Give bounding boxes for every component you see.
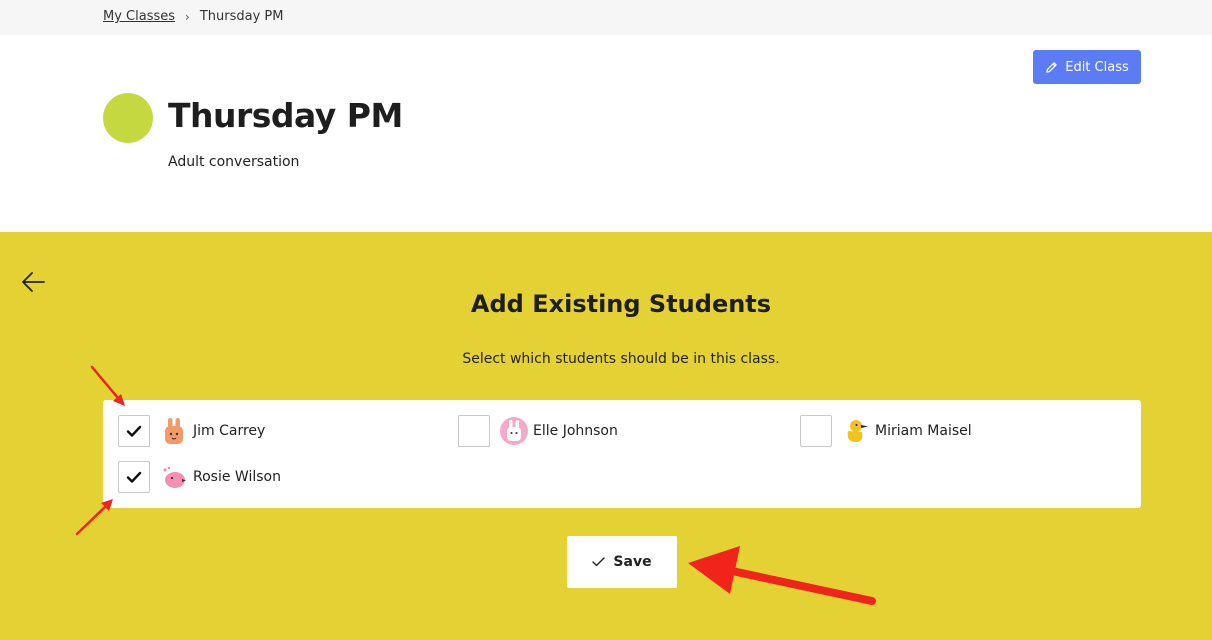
student-checkbox[interactable] <box>118 415 150 447</box>
orange-bunny-icon <box>160 417 188 445</box>
student-name: Miriam Maisel <box>875 423 972 439</box>
pink-bird-icon <box>160 463 188 491</box>
checkmark-icon <box>592 557 606 567</box>
checkmark-icon <box>126 425 142 437</box>
student-name: Jim Carrey <box>193 423 266 439</box>
checkmark-icon <box>126 471 142 483</box>
save-label: Save <box>613 554 652 570</box>
panel-subtitle: Select which students should be in this … <box>462 351 780 367</box>
student-checkbox[interactable] <box>458 415 490 447</box>
edit-class-button[interactable]: Edit Class <box>1033 50 1141 84</box>
student-checkbox[interactable] <box>800 415 832 447</box>
chevron-right-icon: › <box>185 9 190 24</box>
page-title: Thursday PM <box>168 96 403 135</box>
edit-class-label: Edit Class <box>1065 59 1129 75</box>
student-list: Jim Carrey Elle Johnson Miriam Maisel Ro… <box>103 400 1141 508</box>
student-item[interactable]: Rosie Wilson <box>118 460 281 494</box>
class-color-dot <box>103 93 153 143</box>
pencil-icon <box>1046 61 1057 73</box>
class-description: Adult conversation <box>168 154 300 170</box>
student-item[interactable]: Elle Johnson <box>458 414 618 448</box>
pink-bunny-icon <box>500 417 528 445</box>
top-bar: My Classes › Thursday PM <box>0 0 1212 35</box>
breadcrumb: My Classes › Thursday PM <box>103 9 283 24</box>
student-name: Rosie Wilson <box>193 469 281 485</box>
student-item[interactable]: Jim Carrey <box>118 414 265 448</box>
breadcrumb-current: Thursday PM <box>199 9 284 24</box>
student-name: Elle Johnson <box>533 423 618 439</box>
student-checkbox[interactable] <box>118 461 150 493</box>
save-button[interactable]: Save <box>567 536 677 588</box>
yellow-duck-icon <box>842 417 870 445</box>
student-item[interactable]: Miriam Maisel <box>800 414 972 448</box>
add-students-panel: Add Existing Students Select which stude… <box>0 232 1212 640</box>
panel-title: Add Existing Students <box>470 290 772 318</box>
breadcrumb-my-classes-link[interactable]: My Classes <box>103 9 175 24</box>
